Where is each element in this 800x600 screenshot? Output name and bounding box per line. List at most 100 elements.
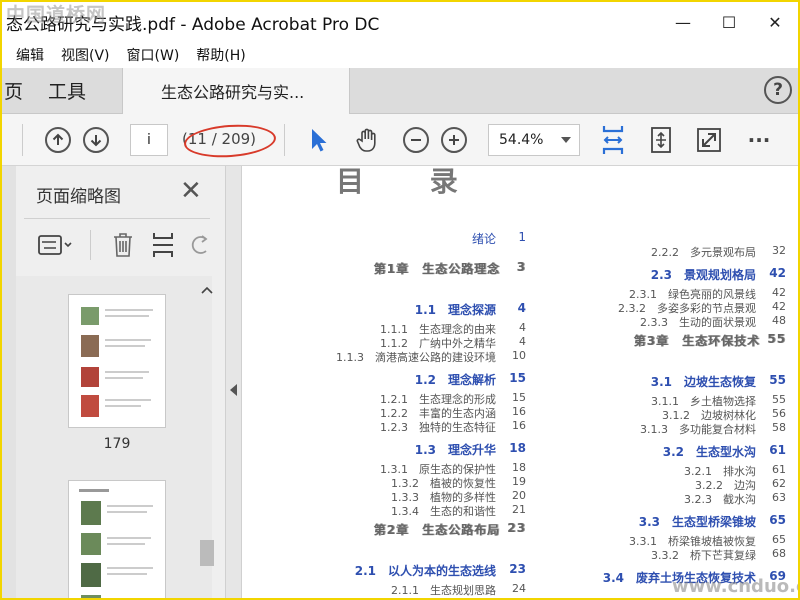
toc-entry-title: 第1章 生态公路理念: [373, 262, 500, 276]
menu-edit[interactable]: 编辑: [16, 45, 44, 65]
toc-entry-title: 3.1.3 多功能复合材料: [640, 423, 756, 436]
page-thumbnail[interactable]: [68, 480, 166, 598]
toc-entry-page: 63: [772, 491, 786, 504]
toc-heading: 目 录: [336, 166, 486, 198]
maximize-button[interactable]: ☐: [706, 2, 752, 42]
site-watermark: 中国道桥网: [6, 4, 107, 26]
chevron-down-icon: [561, 137, 571, 143]
zoom-level-select[interactable]: 54.4%: [488, 124, 580, 156]
toc-entry-page: 16: [512, 419, 526, 432]
zoom-in-button[interactable]: [440, 114, 468, 166]
rotate-view-button[interactable]: [646, 114, 676, 166]
toc-entry-title: 2.3.3 生动的面状景观: [640, 316, 756, 329]
tab-tools[interactable]: 工具: [48, 77, 86, 104]
delete-page-button[interactable]: [108, 230, 138, 260]
panel-collapse-handle[interactable]: [226, 166, 242, 598]
toc-entry-page: 10: [512, 349, 526, 362]
toc-entry-page: 15: [509, 371, 526, 385]
toc-entry-page: 24: [512, 582, 526, 595]
toc-entry-page: 4: [517, 301, 526, 315]
toc-entry-title: 2.2.2 多元景观布局: [651, 246, 756, 259]
hand-icon: [356, 128, 376, 152]
close-window-button[interactable]: ✕: [752, 2, 798, 42]
window-controls: — ☐ ✕: [660, 2, 798, 42]
menu-window[interactable]: 窗口(W): [127, 45, 180, 65]
toc-entry-page: 42: [772, 286, 786, 299]
plus-icon: [441, 127, 467, 153]
toc-entry-page: 55: [772, 393, 786, 406]
toc-entry-title: 3.3.2 桥下芒萁复绿: [651, 549, 756, 562]
toc-entry-page: 42: [772, 300, 786, 313]
toc-entry-page: 1: [518, 230, 526, 244]
menu-bar: 编辑 视图(V) 窗口(W) 帮助(H): [2, 42, 798, 68]
zoom-out-button[interactable]: [402, 114, 430, 166]
toc-entry-page: 16: [512, 405, 526, 418]
toc-entry-page: 4: [519, 321, 526, 334]
toc-entry-page: 68: [772, 547, 786, 560]
full-screen-button[interactable]: [694, 114, 724, 166]
tab-bar: 页 工具 生态公路研究与实... ?: [2, 68, 798, 114]
zoom-level-value: 54.4%: [499, 132, 544, 148]
scrollbar-thumb[interactable]: [200, 540, 214, 566]
page-thumbnails-panel: 页面缩略图 ✕ 179: [16, 166, 226, 598]
toc-entry-title: 3.1 边坡生态恢复: [650, 375, 756, 389]
scroll-mode-button[interactable]: [598, 114, 628, 166]
toc-entry-page: 4: [519, 335, 526, 348]
hand-tool-button[interactable]: [350, 114, 384, 166]
minimize-button[interactable]: —: [660, 2, 706, 42]
toc-entry-page: 61: [769, 443, 786, 457]
toc-entry-page: 19: [512, 475, 526, 488]
thumbnail-scrollbar[interactable]: [198, 282, 216, 598]
toc-entry-page: 23: [509, 562, 526, 576]
page-number-input[interactable]: i: [130, 124, 168, 156]
toc-entry-title: 绪论: [471, 232, 496, 246]
thumbnail-options-button[interactable]: [36, 230, 76, 260]
toc-entry-title: 2.3 景观规划格局: [650, 268, 756, 282]
document-view[interactable]: 目 录 绪论 1 第1章 生态公路理念 3 1.1 理念探源 4 1.1.1 生态理念的由来…: [242, 166, 798, 598]
insert-page-button[interactable]: [148, 230, 178, 260]
navigation-strip: [2, 166, 16, 598]
panel-divider: [24, 218, 210, 219]
toc-entry-page: 48: [772, 314, 786, 327]
toc-entry-title: 1.2 理念解析: [414, 373, 496, 387]
toc-entry-page: 23: [507, 521, 526, 535]
page-thumbnail[interactable]: [68, 294, 166, 428]
toc-entry-title: 3.2 生态型水沟: [662, 445, 756, 459]
app-window: 态公路研究与实践.pdf - Adobe Acrobat Pro DC 中国道桥…: [0, 0, 800, 600]
previous-page-button[interactable]: [44, 114, 72, 166]
help-icon[interactable]: ?: [764, 76, 792, 104]
toc-entry-page: 32: [772, 244, 786, 257]
tab-home-partial[interactable]: 页: [4, 77, 23, 104]
panel-title: 页面缩略图: [36, 187, 121, 207]
thumbnail-list: 179: [16, 276, 212, 598]
toc-entry-page: 15: [512, 391, 526, 404]
toolbar: i (11 / 209) 54.4% ···: [2, 114, 798, 166]
menu-view[interactable]: 视图(V): [61, 45, 110, 65]
toc-entry-page: 42: [769, 266, 786, 280]
page-scroll-icon: [602, 126, 624, 154]
next-page-button[interactable]: [82, 114, 110, 166]
toc-entry-title: 1.1.3 滴港高速公路的建设环境: [336, 351, 496, 364]
more-tools-button[interactable]: ···: [742, 114, 776, 166]
expand-icon: [697, 128, 721, 152]
toc-entry-page: 21: [512, 503, 526, 516]
toolbar-divider: [22, 124, 23, 156]
thumbnail-page-number: 179: [103, 436, 131, 452]
toc-entry-title: 3.3 生态型桥梁锥坡: [638, 515, 756, 529]
tab-document[interactable]: 生态公路研究与实...: [122, 68, 350, 114]
toc-entry-title: 第3章 生态环保技术: [633, 334, 760, 348]
arrow-up-icon: [45, 127, 71, 153]
tab-group-left: 页 工具: [2, 68, 122, 113]
collapse-arrow-icon: [230, 384, 237, 396]
insert-page-icon: [153, 233, 173, 257]
rotate-page-button[interactable]: [188, 230, 212, 260]
toc-entry-title: 第2章 生态公路布局: [373, 523, 500, 537]
trash-icon: [114, 233, 132, 257]
title-bar: 态公路研究与实践.pdf - Adobe Acrobat Pro DC 中国道桥…: [2, 2, 798, 42]
close-icon[interactable]: ✕: [180, 176, 202, 206]
scroll-up-icon[interactable]: [198, 283, 216, 297]
toc-entry-title: 2.1 以人为本的生态选线: [354, 564, 496, 578]
select-tool-button[interactable]: [302, 114, 334, 166]
menu-help[interactable]: 帮助(H): [196, 45, 245, 65]
footer-watermark: www.cnduo.com: [672, 576, 798, 597]
